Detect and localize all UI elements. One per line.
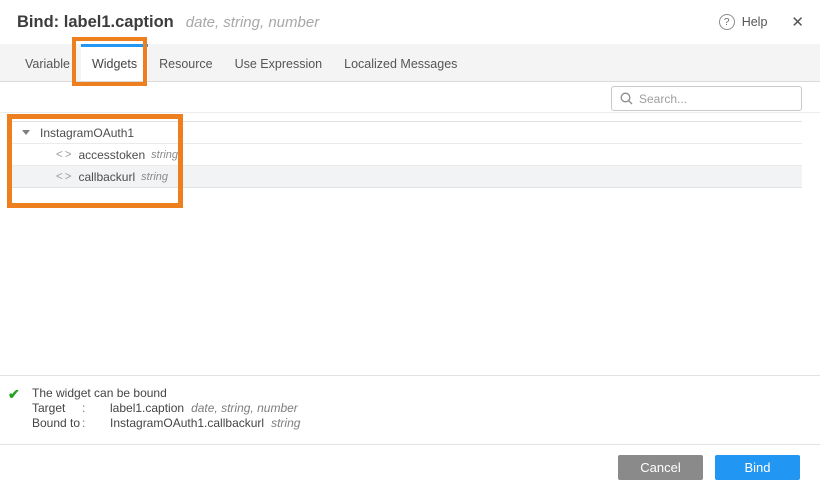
tree-list: InstagramOAuth1 <> accesstoken string <>… [10, 121, 802, 188]
status-colon: : [82, 401, 110, 416]
bind-dialog: Bind: label1.caption date, string, numbe… [0, 0, 820, 486]
tree-node-callbackurl[interactable]: <> callbackurl string [10, 166, 802, 188]
status-row-bound-to: Bound to : InstagramOAuth1.callbackurl s… [32, 416, 300, 431]
code-icon: <> [56, 149, 73, 161]
search-box[interactable] [611, 86, 802, 111]
help-link[interactable]: Help [742, 15, 768, 29]
status-value: label1.caption [110, 401, 184, 416]
tree-node-root[interactable]: InstagramOAuth1 [10, 122, 802, 144]
status-label: Target [32, 401, 82, 416]
tab-widgets[interactable]: Widgets [81, 44, 148, 81]
status-value: InstagramOAuth1.callbackurl [110, 416, 264, 431]
cancel-button[interactable]: Cancel [618, 455, 703, 480]
title-type-hint: date, string, number [186, 14, 319, 31]
tab-bar: Variable Widgets Resource Use Expression… [0, 44, 820, 82]
help-icon[interactable]: ? [719, 14, 735, 30]
page-title: Bind: label1.caption [17, 13, 174, 32]
code-icon: <> [56, 171, 73, 183]
dialog-footer: Cancel Bind [0, 445, 820, 486]
tree-node-label: InstagramOAuth1 [40, 126, 134, 140]
search-toolbar [0, 82, 820, 113]
tab-variable[interactable]: Variable [14, 44, 81, 81]
status-value-type: date, string, number [191, 401, 298, 416]
search-input[interactable] [639, 92, 789, 106]
tree-node-label: accesstoken [78, 148, 145, 162]
tree-node-label: callbackurl [78, 170, 135, 184]
close-icon[interactable]: ✕ [791, 13, 804, 31]
bind-button[interactable]: Bind [715, 455, 800, 480]
tree-node-accesstoken[interactable]: <> accesstoken string [10, 144, 802, 166]
tree-node-type: string [141, 171, 168, 183]
caret-down-icon[interactable] [22, 130, 30, 135]
search-icon [620, 92, 633, 105]
header-actions: ? Help ✕ [719, 13, 804, 31]
status-text: The widget can be bound Target : label1.… [32, 386, 300, 444]
tree-node-type: string [151, 149, 178, 161]
widget-tree: InstagramOAuth1 <> accesstoken string <>… [0, 121, 820, 375]
tab-use-expression[interactable]: Use Expression [224, 44, 334, 81]
tab-resource[interactable]: Resource [148, 44, 224, 81]
binding-status: ✔ The widget can be bound Target : label… [0, 375, 820, 445]
dialog-header: Bind: label1.caption date, string, numbe… [0, 0, 820, 44]
tab-localized-messages[interactable]: Localized Messages [333, 44, 468, 81]
status-colon: : [82, 416, 110, 431]
status-row-target: Target : label1.caption date, string, nu… [32, 401, 300, 416]
check-icon: ✔ [8, 386, 32, 444]
status-value-type: string [271, 416, 300, 431]
status-label: Bound to [32, 416, 82, 431]
status-message: The widget can be bound [32, 386, 300, 401]
